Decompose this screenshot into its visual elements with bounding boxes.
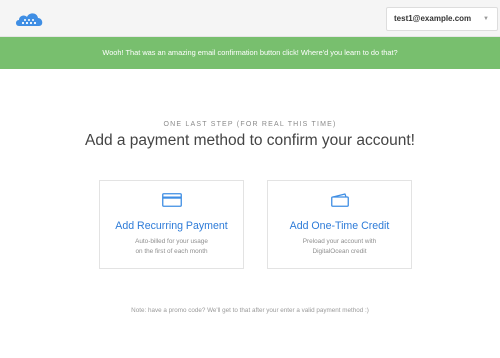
add-one-time-credit-card[interactable]: Add One-Time Credit Preload your account… — [267, 180, 412, 269]
wallet-icon — [268, 193, 411, 207]
description-line: DigitalOcean credit — [312, 248, 367, 255]
recurring-payment-description: Auto-billed for your usage on the first … — [100, 237, 243, 257]
add-recurring-payment-link[interactable]: Add Recurring Payment — [100, 219, 243, 233]
digitalocean-logo-icon[interactable] — [14, 9, 46, 29]
account-dropdown[interactable]: test1@example.com ▼ — [386, 7, 498, 31]
promo-code-note: Note: have a promo code? We'll get to th… — [131, 307, 369, 314]
step-eyebrow: ONE LAST STEP (FOR REAL THIS TIME) — [163, 121, 337, 128]
chevron-down-icon: ▼ — [483, 16, 489, 22]
description-line: Preload your account with — [302, 238, 377, 245]
banner-message: Wooh! That was an amazing email confirma… — [102, 48, 398, 57]
page-title: Add a payment method to confirm your acc… — [85, 132, 415, 149]
top-header: test1@example.com ▼ — [0, 0, 500, 37]
description-line: on the first of each month — [135, 248, 208, 255]
add-recurring-payment-card[interactable]: Add Recurring Payment Auto-billed for yo… — [99, 180, 244, 269]
one-time-credit-description: Preload your account with DigitalOcean c… — [268, 237, 411, 257]
add-one-time-credit-link[interactable]: Add One-Time Credit — [268, 219, 411, 233]
description-line: Auto-billed for your usage — [135, 238, 208, 245]
credit-card-icon — [100, 193, 243, 207]
confirmation-banner: Wooh! That was an amazing email confirma… — [0, 37, 500, 69]
account-email: test1@example.com — [394, 14, 472, 23]
